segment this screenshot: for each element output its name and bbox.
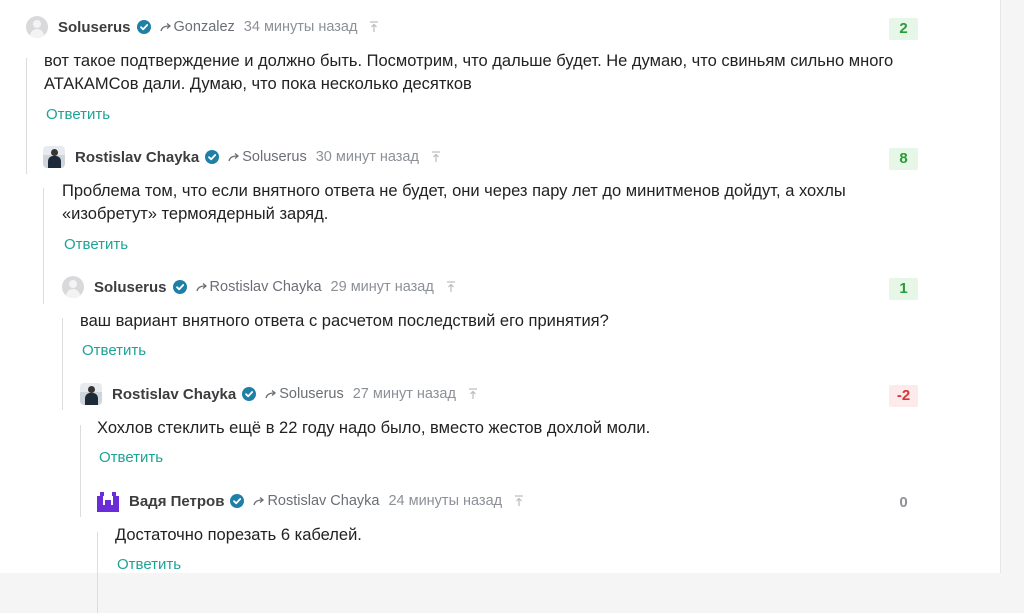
comment-author[interactable]: Rostislav Chayka — [112, 386, 236, 403]
user-avatar[interactable] — [43, 146, 65, 168]
comment: Rostislav Chayka Soluserus 27 минут наза… — [0, 381, 1000, 517]
comment-header: Soluserus Rostislav Chayka 29 минут наза… — [62, 274, 456, 300]
reply-arrow-icon — [253, 497, 265, 506]
user-avatar[interactable] — [26, 16, 48, 38]
user-avatar[interactable] — [97, 490, 119, 512]
comment-author[interactable]: Rostislav Chayka — [75, 149, 199, 166]
verified-check-icon — [230, 494, 245, 508]
pin-to-top-icon[interactable] — [514, 495, 524, 507]
comment-time[interactable]: 27 минут назад — [353, 386, 456, 402]
comment-text: Проблема том, что если внятного ответа н… — [62, 180, 846, 226]
comment: Soluserus Rostislav Chayka 29 минут наза… — [0, 274, 1000, 410]
user-avatar[interactable] — [62, 276, 84, 298]
comment-text: ваш вариант внятного ответа с расчетом п… — [80, 310, 609, 333]
reply-to-name: Rostislav Chayka — [209, 279, 322, 295]
pin-to-top-icon[interactable] — [468, 388, 478, 400]
comment: Вадя Петров Rostislav Chayka 24 минуты н… — [0, 488, 1000, 613]
comment-author[interactable]: Вадя Петров — [129, 493, 224, 510]
reply-to-name: Rostislav Chayka — [267, 493, 380, 509]
reply-button[interactable]: Ответить — [46, 106, 110, 123]
reply-to-link[interactable]: Rostislav Chayka — [195, 279, 322, 295]
reply-button[interactable]: Ответить — [64, 236, 128, 253]
comments-panel: Soluserus Gonzalez 34 минуты назад 2 вот… — [0, 0, 1001, 613]
comment: Soluserus Gonzalez 34 минуты назад 2 вот… — [0, 14, 1000, 174]
comment-score: 2 — [889, 18, 918, 40]
comment-header: Rostislav Chayka Soluserus 30 минут наза… — [43, 144, 441, 170]
reply-arrow-icon — [159, 23, 171, 32]
comment-text-line: Проблема том, что если внятного ответа н… — [62, 182, 846, 200]
comment-score: -2 — [889, 385, 918, 407]
reply-to-name: Gonzalez — [173, 19, 235, 35]
pin-to-top-icon[interactable] — [431, 151, 441, 163]
reply-button[interactable]: Ответить — [99, 449, 163, 466]
comment-text-line: Хохлов стеклить ещё в 22 году надо было,… — [97, 419, 651, 437]
comment-score: 8 — [889, 148, 918, 170]
user-avatar[interactable] — [80, 383, 102, 405]
comment-text-line: ваш вариант внятного ответа с расчетом п… — [80, 312, 609, 330]
comment-text: Хохлов стеклить ещё в 22 году надо было,… — [97, 417, 650, 440]
reply-to-link[interactable]: Soluserus — [228, 149, 307, 165]
comment-text-line: «изобретут» термоядерный заряд. — [62, 205, 329, 223]
pin-to-top-icon[interactable] — [446, 281, 456, 293]
comment-score: 0 — [899, 494, 908, 511]
reply-to-name: Soluserus — [279, 386, 344, 402]
verified-check-icon — [242, 387, 257, 401]
verified-check-icon — [136, 20, 151, 34]
comment: Rostislav Chayka Soluserus 30 минут наза… — [0, 144, 1000, 304]
reply-arrow-icon — [265, 390, 277, 399]
pin-to-top-icon[interactable] — [369, 21, 379, 33]
comment-header: Вадя Петров Rostislav Chayka 24 минуты н… — [97, 488, 524, 514]
comment-time[interactable]: 24 минуты назад — [388, 493, 502, 509]
comment-text-line: АТАКАМСов дали. Думаю, что пока нескольк… — [44, 75, 472, 93]
comment-score: 1 — [889, 278, 918, 300]
comment-author[interactable]: Soluserus — [58, 19, 131, 36]
comment-time[interactable]: 29 минут назад — [331, 279, 434, 295]
comment-text: Достаточно порезать 6 кабелей. — [115, 524, 362, 547]
reply-to-name: Soluserus — [242, 149, 307, 165]
reply-arrow-icon — [228, 153, 240, 162]
reply-button[interactable]: Ответить — [117, 556, 181, 573]
reply-button[interactable]: Ответить — [82, 342, 146, 359]
comment-header: Soluserus Gonzalez 34 минуты назад — [26, 14, 379, 40]
comment-text: вот такое подтверждение и должно быть. П… — [44, 50, 893, 96]
comment-time[interactable]: 34 минуты назад — [244, 19, 358, 35]
comment-author[interactable]: Soluserus — [94, 279, 167, 296]
verified-check-icon — [205, 150, 220, 164]
comment-time[interactable]: 30 минут назад — [316, 149, 419, 165]
reply-arrow-icon — [195, 283, 207, 292]
verified-check-icon — [172, 280, 187, 294]
reply-to-link[interactable]: Gonzalez — [159, 19, 235, 35]
comment-header: Rostislav Chayka Soluserus 27 минут наза… — [80, 381, 478, 407]
comment-text-line: Достаточно порезать 6 кабелей. — [115, 526, 362, 544]
reply-to-link[interactable]: Soluserus — [265, 386, 344, 402]
reply-to-link[interactable]: Rostislav Chayka — [253, 493, 379, 509]
comment-text-line: вот такое подтверждение и должно быть. П… — [44, 52, 894, 70]
